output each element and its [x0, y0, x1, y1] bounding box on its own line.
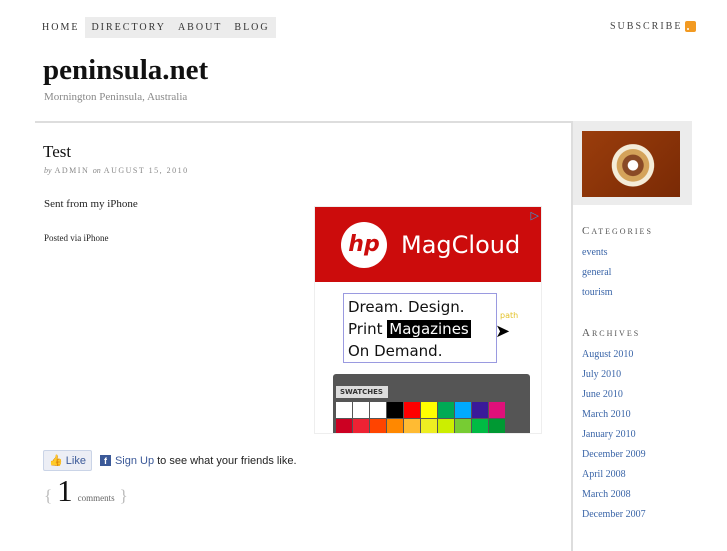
archives-heading: Archives: [582, 327, 641, 339]
cursor-icon: ➤: [495, 321, 511, 342]
ad-line-2: Print Magazines: [348, 318, 492, 340]
subscribe-label: SUBSCRIBE: [610, 21, 683, 32]
swatch-grid: [336, 402, 505, 433]
nav-directory[interactable]: DIRECTORY: [85, 17, 172, 38]
facebook-icon: f: [99, 455, 111, 466]
subscribe-link[interactable]: SUBSCRIBE: [610, 21, 697, 32]
swatches-panel: SWATCHES: [333, 374, 530, 433]
archive-link[interactable]: August 2010: [582, 345, 692, 365]
swatches-tab: SWATCHES: [336, 386, 388, 398]
adchoices-icon[interactable]: ▷: [531, 209, 539, 222]
post-author[interactable]: ADMIN: [55, 166, 90, 175]
category-link[interactable]: general: [582, 263, 692, 283]
ad-line-3: On Demand.: [348, 342, 443, 360]
categories-heading: Categories: [582, 225, 653, 237]
archive-link[interactable]: June 2010: [582, 385, 692, 405]
category-link[interactable]: events: [582, 243, 692, 263]
hp-logo: hp: [341, 221, 387, 268]
by-label: by: [44, 166, 52, 175]
comments-link[interactable]: { 1 comments }: [44, 473, 128, 509]
signup-text: to see what your friends like.: [157, 454, 297, 467]
nav-blog[interactable]: BLOG: [228, 17, 275, 38]
archive-link[interactable]: January 2010: [582, 425, 692, 445]
sidebar-photo-box: [573, 121, 692, 205]
nav-group: DIRECTORY ABOUT BLOG: [85, 17, 276, 38]
ad-text-box: Dream. Design. Print Magazines On Demand…: [343, 293, 497, 363]
comment-count: 1: [57, 473, 73, 508]
archive-link[interactable]: March 2010: [582, 405, 692, 425]
post-title[interactable]: Test: [43, 142, 71, 162]
nav-about[interactable]: ABOUT: [172, 17, 228, 38]
post-body: Sent from my iPhone: [44, 198, 138, 210]
ad-path-label: path: [500, 311, 519, 320]
archive-link[interactable]: December 2009: [582, 445, 692, 465]
sidebar: Categories events general tourism Archiv…: [571, 121, 692, 551]
brace-close: }: [119, 486, 128, 505]
comment-label: comments: [77, 493, 115, 503]
nav-home[interactable]: HOME: [36, 17, 85, 38]
on-label: on: [92, 166, 101, 175]
post-meta: by ADMIN on AUGUST 15, 2010: [44, 166, 189, 175]
like-button[interactable]: 👍 Like: [43, 450, 92, 471]
like-label: Like: [65, 455, 86, 467]
site-tagline: Mornington Peninsula, Australia: [44, 91, 188, 103]
archive-link[interactable]: July 2010: [582, 365, 692, 385]
facebook-like-widget: 👍 Like f Sign Up to see what your friend…: [43, 450, 297, 471]
ad-line-2a: Print: [348, 320, 383, 338]
main-nav: HOME DIRECTORY ABOUT BLOG: [36, 17, 276, 38]
ad-product: MagCloud: [401, 230, 521, 259]
ad-banner: hp MagCloud: [315, 207, 541, 282]
ad-line-1: Dream. Design.: [348, 298, 465, 316]
post-footer: Posted via iPhone: [44, 233, 109, 243]
archive-link[interactable]: March 2008: [582, 485, 692, 505]
archive-link[interactable]: December 2007: [582, 505, 692, 525]
archive-link[interactable]: April 2008: [582, 465, 692, 485]
site-title[interactable]: peninsula.net: [43, 54, 208, 87]
brace-open: {: [44, 486, 53, 505]
post-date: AUGUST 15, 2010: [103, 166, 189, 175]
ad-line-2b: Magazines: [387, 320, 471, 338]
signup-link[interactable]: Sign Up: [115, 455, 154, 467]
category-link[interactable]: tourism: [582, 283, 692, 303]
coffee-photo: [582, 131, 680, 197]
rss-icon: [685, 21, 697, 32]
magcloud-ad[interactable]: hp MagCloud ▷ Dream. Design. Print Magaz…: [314, 206, 542, 434]
divider: [35, 121, 572, 123]
